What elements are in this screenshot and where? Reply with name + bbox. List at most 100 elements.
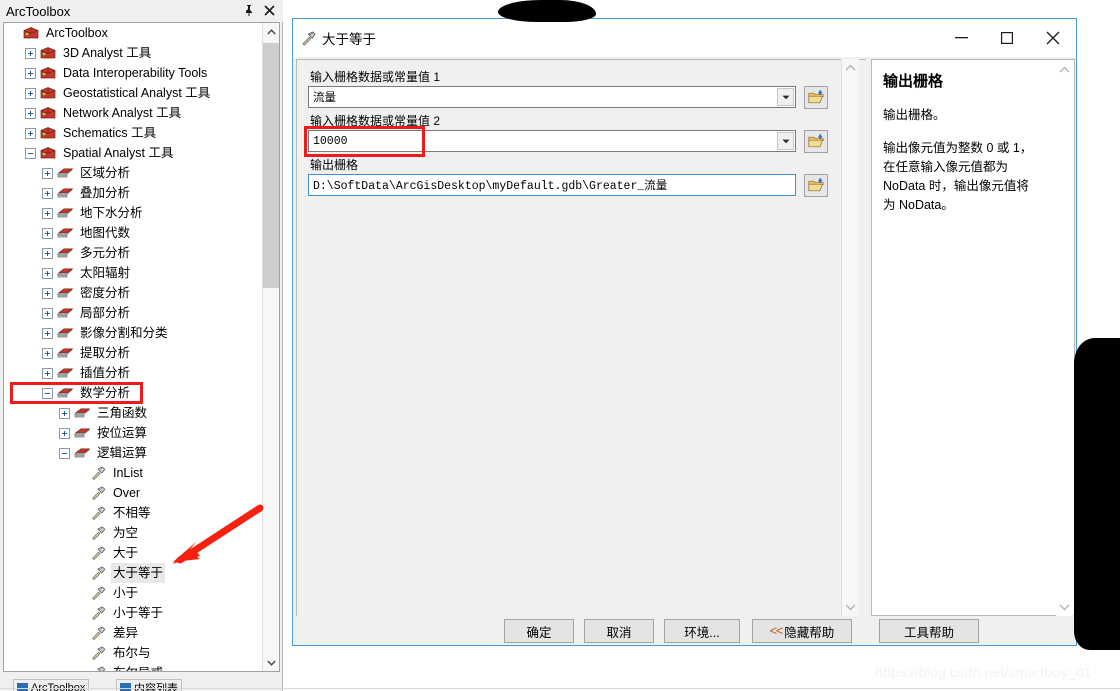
- browse-button-0[interactable]: [804, 86, 828, 109]
- field-combobox-1[interactable]: 10000: [308, 130, 796, 152]
- button-label: 取消: [606, 625, 632, 640]
- field-combobox-0[interactable]: 流量: [308, 86, 796, 108]
- button-label: 环境...: [684, 625, 720, 640]
- tree-item-11[interactable]: 多元分析: [4, 243, 262, 263]
- expand-plus-icon[interactable]: [25, 127, 36, 139]
- toolbox-icon: [40, 67, 56, 79]
- field-value-0: 流量: [313, 92, 336, 105]
- expand-plus-icon[interactable]: [42, 167, 53, 179]
- expand-plus-icon[interactable]: [42, 347, 53, 359]
- tree-item-18[interactable]: 数学分析: [4, 383, 262, 403]
- collapse-minus-icon[interactable]: [25, 147, 36, 159]
- chevron-down-icon[interactable]: [777, 132, 794, 150]
- toolset-icon: [57, 288, 73, 297]
- tree-item-15[interactable]: 影像分割和分类: [4, 323, 262, 343]
- expand-plus-icon[interactable]: [25, 67, 36, 79]
- tree-item-32[interactable]: 布尔异或: [4, 663, 262, 671]
- tree-item-6[interactable]: Spatial Analyst 工具: [4, 143, 262, 163]
- tree-item-label: Spatial Analyst 工具: [63, 146, 174, 160]
- expand-plus-icon[interactable]: [25, 87, 36, 99]
- help-scroll-up-arrow-icon[interactable]: [1056, 61, 1073, 78]
- tree-item-label: Network Analyst 工具: [63, 106, 182, 120]
- expand-plus-icon[interactable]: [42, 307, 53, 319]
- form-scrollbar[interactable]: [841, 59, 859, 616]
- expand-plus-icon[interactable]: [42, 207, 53, 219]
- expand-plus-icon[interactable]: [59, 407, 70, 419]
- form-scroll-up-arrow-icon[interactable]: [842, 59, 859, 76]
- scrollbar-thumb[interactable]: [263, 43, 279, 288]
- tree-item-label: 小于等于: [113, 606, 164, 620]
- arctoolbox-panel-title: ArcToolbox: [6, 3, 71, 19]
- tree-item-12[interactable]: 太阳辐射: [4, 263, 262, 283]
- browse-button-2[interactable]: [804, 174, 828, 197]
- tool-hammer-icon: [97, 666, 106, 671]
- ok-button[interactable]: 确定: [504, 619, 574, 643]
- expand-plus-icon[interactable]: [42, 287, 53, 299]
- dock-tab-0[interactable]: ArcToolbox: [13, 679, 90, 691]
- maximize-button[interactable]: [984, 19, 1030, 56]
- tree-item-0[interactable]: ArcToolbox: [4, 23, 262, 43]
- expand-plus-icon[interactable]: [25, 47, 36, 59]
- field-textbox-2[interactable]: D:\SoftData\ArcGisDesktop\myDefault.gdb\…: [308, 174, 796, 196]
- expand-plus-icon[interactable]: [42, 367, 53, 379]
- tree-item-30[interactable]: 差异: [4, 623, 262, 643]
- browse-button-1[interactable]: [804, 130, 828, 153]
- help-scrollbar[interactable]: [1056, 61, 1073, 616]
- parameters-form: 输入栅格数据或常量值 1 流量 输入栅格数据或常量值 2 10000 输出栅格 …: [296, 59, 866, 616]
- tree-item-8[interactable]: 叠加分析: [4, 183, 262, 203]
- collapse-minus-icon[interactable]: [59, 447, 70, 459]
- expand-plus-icon[interactable]: [59, 427, 70, 439]
- dialog-titlebar[interactable]: 大于等于: [293, 19, 1076, 57]
- scroll-up-arrow-icon[interactable]: [263, 23, 279, 40]
- tree-item-9[interactable]: 地下水分析: [4, 203, 262, 223]
- tree-item-21[interactable]: 逻辑运算: [4, 443, 262, 463]
- collapse-minus-icon[interactable]: [42, 387, 53, 399]
- tree-item-4[interactable]: Network Analyst 工具: [4, 103, 262, 123]
- cancel-button[interactable]: 取消: [584, 619, 654, 643]
- expand-plus-icon[interactable]: [42, 247, 53, 259]
- tree-item-28[interactable]: 小于: [4, 583, 262, 603]
- environments-button[interactable]: 环境...: [664, 619, 740, 643]
- toolset-icon: [57, 348, 73, 357]
- dialog-body: 输入栅格数据或常量值 1 流量 输入栅格数据或常量值 2 10000 输出栅格 …: [293, 57, 1076, 619]
- expand-plus-icon[interactable]: [42, 267, 53, 279]
- dock-tab-1[interactable]: 内容列表: [116, 679, 182, 691]
- tree-item-31[interactable]: 布尔与: [4, 643, 262, 663]
- tree-item-20[interactable]: 按位运算: [4, 423, 262, 443]
- expand-plus-icon[interactable]: [42, 327, 53, 339]
- help-scroll-down-arrow-icon[interactable]: [1056, 599, 1073, 616]
- tree-item-5[interactable]: Schematics 工具: [4, 123, 262, 143]
- toolbox-icon: [40, 87, 56, 99]
- tree-item-3[interactable]: Geostatistical Analyst 工具: [4, 83, 262, 103]
- tree-item-13[interactable]: 密度分析: [4, 283, 262, 303]
- tree-item-29[interactable]: 小于等于: [4, 603, 262, 623]
- tree-item-label: 区域分析: [80, 166, 131, 180]
- expand-plus-icon[interactable]: [42, 227, 53, 239]
- tree-item-22[interactable]: InList: [4, 463, 262, 483]
- scroll-down-arrow-icon[interactable]: [263, 654, 279, 671]
- expand-plus-icon[interactable]: [25, 107, 36, 119]
- expand-plus-icon[interactable]: [42, 187, 53, 199]
- close-icon[interactable]: [261, 2, 278, 19]
- tree-item-label: 地图代数: [80, 226, 131, 240]
- tool-help-button[interactable]: 工具帮助: [879, 619, 979, 643]
- chevron-down-icon[interactable]: [777, 88, 794, 106]
- bottom-divider: [0, 688, 1120, 689]
- tree-item-10[interactable]: 地图代数: [4, 223, 262, 243]
- toolset-icon: [57, 248, 73, 257]
- form-scroll-down-arrow-icon[interactable]: [842, 599, 859, 616]
- tree-item-1[interactable]: 3D Analyst 工具: [4, 43, 262, 63]
- tree-item-17[interactable]: 插值分析: [4, 363, 262, 383]
- tree-item-2[interactable]: Data Interoperability Tools: [4, 63, 262, 83]
- tree-item-7[interactable]: 区域分析: [4, 163, 262, 183]
- tree-item-label: 局部分析: [80, 306, 131, 320]
- field-value-2: D:\SoftData\ArcGisDesktop\myDefault.gdb\…: [313, 180, 668, 193]
- tree-item-14[interactable]: 局部分析: [4, 303, 262, 323]
- tree-item-16[interactable]: 提取分析: [4, 343, 262, 363]
- pin-icon[interactable]: [240, 2, 257, 19]
- dialog-close-button[interactable]: [1030, 19, 1076, 56]
- tree-item-19[interactable]: 三角函数: [4, 403, 262, 423]
- toolset-icon: [74, 428, 90, 437]
- hide-help-button[interactable]: << 隐藏帮助: [752, 619, 852, 643]
- minimize-button[interactable]: [938, 19, 984, 56]
